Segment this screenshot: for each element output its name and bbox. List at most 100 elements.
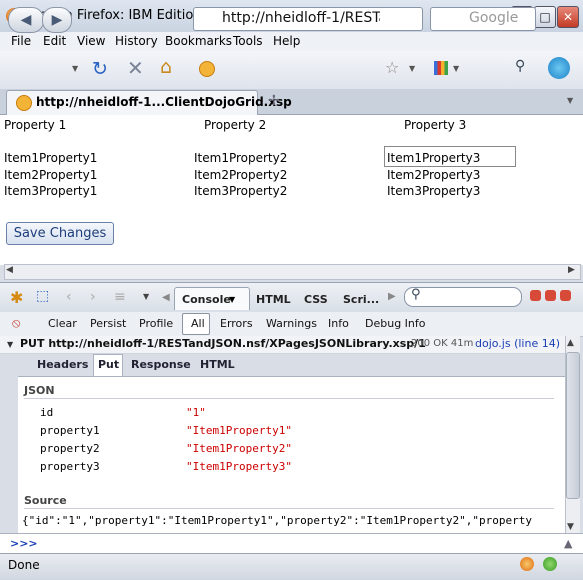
url-dropdown-icon[interactable]: ▼ bbox=[409, 64, 415, 73]
fb-detach-icon[interactable] bbox=[545, 290, 556, 301]
site-identity-icon[interactable] bbox=[199, 61, 215, 77]
json-value: "Item1Property2" bbox=[186, 442, 292, 455]
reload-icon[interactable]: ↻ bbox=[92, 58, 108, 80]
fb-options-icon[interactable]: ▼ bbox=[143, 292, 149, 301]
menu-file[interactable]: File bbox=[11, 34, 31, 48]
tab-css[interactable]: CSS bbox=[304, 293, 328, 306]
grid-header-property3[interactable]: Property 3 bbox=[404, 118, 466, 132]
menu-view[interactable]: View bbox=[77, 34, 105, 48]
fb-search-icon: ⚲ bbox=[411, 287, 421, 302]
tab-html-response[interactable]: HTML bbox=[200, 358, 235, 371]
put-detail-panel bbox=[18, 376, 565, 534]
grid-cell[interactable]: Item3Property3 bbox=[387, 184, 480, 198]
forward-button[interactable]: ▶ bbox=[42, 7, 72, 33]
grid-cell[interactable]: Item1Property3 bbox=[387, 151, 480, 165]
divider bbox=[24, 508, 554, 509]
grid-cell[interactable]: Item3Property2 bbox=[194, 184, 287, 198]
inspect-icon[interactable]: ⬚ bbox=[36, 288, 49, 304]
scroll-thumb[interactable] bbox=[566, 352, 580, 499]
firebug-search-input[interactable] bbox=[404, 287, 522, 307]
tab-title[interactable]: http://nheidloff-1...ClientDojoGrid.xsp bbox=[36, 95, 292, 109]
fb-tabs-right-icon[interactable]: ▶ bbox=[388, 291, 396, 302]
fb-back-icon[interactable]: ‹ bbox=[66, 289, 72, 305]
tab-list-icon[interactable]: ▼ bbox=[567, 96, 573, 105]
break-on-error-icon[interactable]: ⦸ bbox=[12, 316, 20, 331]
request-source-link[interactable]: dojo.js (line 14) bbox=[475, 337, 560, 350]
collapse-icon[interactable]: ▼ bbox=[7, 340, 13, 349]
command-line[interactable] bbox=[0, 533, 583, 554]
save-changes-button[interactable]: Save Changes bbox=[6, 222, 114, 245]
bookmark-star-icon[interactable]: ☆ bbox=[385, 58, 399, 77]
grid-cell[interactable]: Item1Property1 bbox=[4, 151, 97, 165]
status-addon-icon[interactable] bbox=[520, 557, 534, 571]
command-prompt[interactable]: >>> bbox=[10, 537, 38, 550]
menu-tools[interactable]: Tools bbox=[233, 34, 263, 48]
filter-debug-info[interactable]: Debug Info bbox=[365, 317, 426, 330]
scroll-down-icon[interactable]: ▼ bbox=[567, 522, 574, 532]
tab-headers[interactable]: Headers bbox=[37, 358, 88, 371]
source-heading: Source bbox=[24, 494, 67, 507]
request-url[interactable]: PUT http://nheidloff-1/RESTandJSON.nsf/X… bbox=[20, 337, 426, 350]
maximize-button[interactable]: □ bbox=[534, 6, 556, 28]
json-value: "Item1Property3" bbox=[186, 460, 292, 473]
scroll-up-icon[interactable]: ▲ bbox=[567, 338, 574, 348]
search-placeholder[interactable]: Google bbox=[469, 10, 518, 26]
skype-icon[interactable] bbox=[548, 57, 570, 79]
grid-cell[interactable]: Item3Property1 bbox=[4, 184, 97, 198]
menu-bookmarks[interactable]: Bookmarks bbox=[165, 34, 232, 48]
tab-console-label[interactable]: Console bbox=[182, 293, 231, 306]
tab-put[interactable]: Put bbox=[98, 358, 119, 371]
history-dropdown-icon[interactable]: ▼ bbox=[72, 64, 78, 73]
fb-forward-icon[interactable]: › bbox=[90, 289, 96, 305]
grid-cell[interactable]: Item2Property2 bbox=[194, 168, 287, 182]
stop-icon[interactable]: ✕ bbox=[127, 56, 144, 80]
filter-all[interactable]: All bbox=[191, 317, 205, 330]
clear-button[interactable]: Clear bbox=[48, 317, 77, 330]
divider bbox=[24, 398, 554, 399]
grid-header-property1[interactable]: Property 1 bbox=[4, 118, 66, 132]
back-button[interactable]: ◀ bbox=[8, 7, 44, 33]
json-key: property3 bbox=[40, 460, 100, 473]
tab-response[interactable]: Response bbox=[131, 358, 191, 371]
search-go-icon[interactable]: ⚲ bbox=[515, 58, 525, 74]
engine-dropdown-icon[interactable]: ▼ bbox=[453, 64, 459, 73]
firebug-icon[interactable]: ✱ bbox=[10, 288, 23, 307]
filter-info[interactable]: Info bbox=[328, 317, 349, 330]
scroll-left-icon[interactable]: ◀ bbox=[6, 265, 13, 275]
status-bar bbox=[0, 553, 583, 580]
profile-button[interactable]: Profile bbox=[139, 317, 173, 330]
close-button[interactable]: ✕ bbox=[557, 6, 579, 28]
json-key: property1 bbox=[40, 424, 100, 437]
grid-cell[interactable]: Item2Property3 bbox=[387, 168, 480, 182]
source-text: {"id":"1","property1":"Item1Property1","… bbox=[22, 514, 532, 527]
request-status: 200 OK 41m bbox=[411, 338, 474, 349]
fb-minimize-icon[interactable] bbox=[530, 290, 541, 301]
fb-tabs-left-icon[interactable]: ◀ bbox=[162, 292, 170, 303]
horizontal-scrollbar[interactable] bbox=[4, 264, 581, 280]
expand-command-icon[interactable]: ▲ bbox=[564, 537, 572, 550]
persist-button[interactable]: Persist bbox=[90, 317, 126, 330]
json-value: "1" bbox=[186, 406, 206, 419]
grid-cell[interactable]: Item1Property2 bbox=[194, 151, 287, 165]
tab-script[interactable]: Scri... bbox=[343, 293, 379, 306]
menu-history[interactable]: History bbox=[115, 34, 158, 48]
fb-close-icon[interactable] bbox=[560, 290, 571, 301]
menu-help[interactable]: Help bbox=[273, 34, 300, 48]
filter-warnings[interactable]: Warnings bbox=[266, 317, 317, 330]
console-dropdown-icon[interactable]: ▼ bbox=[229, 295, 235, 304]
url-text[interactable]: http://nheidloff-1/RESTan bbox=[222, 10, 380, 26]
firebug-status-icon[interactable] bbox=[543, 557, 557, 571]
tab-html[interactable]: HTML bbox=[256, 293, 291, 306]
status-text: Done bbox=[8, 558, 40, 572]
navigation-toolbar bbox=[0, 51, 583, 89]
grid-header-property2[interactable]: Property 2 bbox=[204, 118, 266, 132]
google-engine-icon[interactable] bbox=[434, 61, 448, 75]
new-tab-icon[interactable]: ✢ bbox=[268, 93, 280, 109]
filter-errors[interactable]: Errors bbox=[220, 317, 253, 330]
fb-menu-icon[interactable]: ≡ bbox=[114, 289, 126, 305]
menu-edit[interactable]: Edit bbox=[43, 34, 66, 48]
scroll-right-icon[interactable]: ▶ bbox=[568, 265, 575, 275]
home-icon[interactable]: ⌂ bbox=[160, 56, 172, 78]
grid-cell[interactable]: Item2Property1 bbox=[4, 168, 97, 182]
json-key: property2 bbox=[40, 442, 100, 455]
